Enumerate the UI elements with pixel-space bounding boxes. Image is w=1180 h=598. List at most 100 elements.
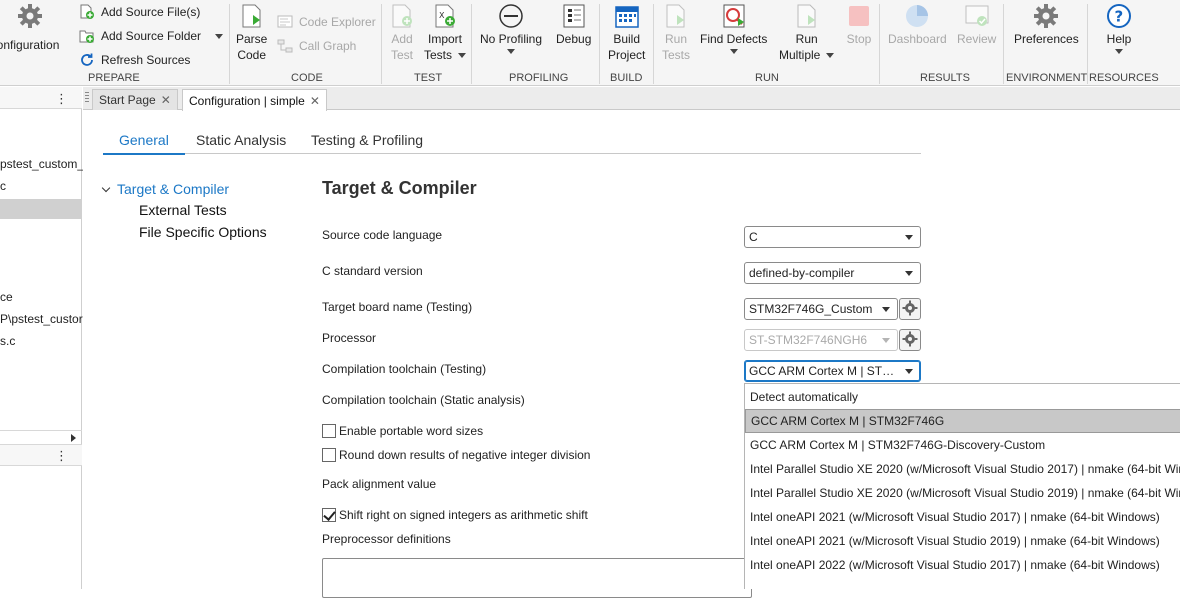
checkbox-box[interactable] bbox=[322, 424, 336, 438]
tab-static-analysis[interactable]: Static Analysis bbox=[196, 132, 286, 154]
target-board-settings-button[interactable] bbox=[899, 298, 921, 320]
preprocessor-definitions-field[interactable] bbox=[322, 558, 752, 598]
checkbox-box[interactable] bbox=[322, 508, 336, 522]
group-separator bbox=[471, 4, 472, 84]
list-item-option[interactable]: Intel Parallel Studio XE 2020 (w/Microso… bbox=[745, 457, 1180, 481]
group-label-run: RUN bbox=[755, 72, 779, 84]
parse-code-button[interactable]: Parse Code bbox=[236, 2, 267, 63]
list-item-option-selected[interactable]: GCC ARM Cortex M | STM32F746G bbox=[745, 409, 1180, 433]
checkbox-label: Enable portable word sizes bbox=[339, 424, 484, 438]
add-source-folder-button[interactable]: Add Source Folder bbox=[78, 27, 224, 45]
tab-configuration-simple[interactable]: Configuration | simple ✕ bbox=[182, 89, 327, 111]
list-item-option[interactable]: GCC ARM Cortex M | STM32F746G-Discovery-… bbox=[745, 433, 1180, 457]
tree-item[interactable]: c bbox=[0, 179, 6, 193]
review-icon bbox=[963, 2, 991, 30]
source-language-dropdown[interactable]: C bbox=[744, 226, 921, 248]
target-board-dropdown[interactable]: STM32F746G_Custom bbox=[744, 298, 898, 320]
no-profiling-label: No Profiling bbox=[480, 32, 543, 46]
list-item-option[interactable]: Intel oneAPI 2021 (w/Microsoft Visual St… bbox=[745, 529, 1180, 553]
run-tests-button[interactable]: Run Tests bbox=[662, 2, 690, 63]
list-item-option[interactable]: Intel oneAPI 2022 (w/Microsoft Visual St… bbox=[745, 553, 1180, 577]
run-multiple-button[interactable]: Run Multiple bbox=[779, 2, 835, 63]
chevron-down-icon bbox=[1115, 49, 1123, 54]
close-icon[interactable]: ✕ bbox=[161, 93, 171, 107]
chevron-down-icon[interactable] bbox=[101, 183, 111, 193]
find-defects-button[interactable]: Find Defects bbox=[700, 2, 767, 54]
shift-right-checkbox[interactable]: Shift right on signed integers as arithm… bbox=[322, 508, 588, 522]
build-project-button[interactable]: Build Project bbox=[608, 2, 645, 63]
round-down-checkbox[interactable]: Round down results of negative integer d… bbox=[322, 448, 590, 462]
debug-label: Debug bbox=[556, 32, 592, 46]
run-multiple-label-2: Multiple bbox=[779, 48, 821, 62]
add-test-label-2: Test bbox=[390, 48, 413, 62]
code-explorer-button[interactable]: Code Explorer bbox=[276, 13, 376, 31]
nav-file-specific-options[interactable]: File Specific Options bbox=[139, 224, 267, 240]
tab-testing-profiling[interactable]: Testing & Profiling bbox=[311, 132, 423, 154]
dropdown-value: defined-by-compiler bbox=[749, 266, 855, 280]
scroll-right-arrow-icon[interactable] bbox=[71, 434, 76, 442]
portable-word-sizes-checkbox[interactable]: Enable portable word sizes bbox=[322, 424, 483, 438]
list-item-option[interactable]: Intel oneAPI 2021 (w/Microsoft Visual St… bbox=[745, 505, 1180, 529]
nav-external-tests[interactable]: External Tests bbox=[139, 202, 227, 218]
section-heading: Target & Compiler bbox=[322, 178, 477, 198]
toolchain-testing-dropdown[interactable]: GCC ARM Cortex M | STM32F746G bbox=[744, 360, 921, 382]
more-options-icon[interactable]: ⋮ bbox=[55, 91, 68, 107]
group-label-test: TEST bbox=[414, 72, 443, 84]
group-separator bbox=[1003, 4, 1004, 84]
review-label: Review bbox=[957, 32, 997, 46]
preferences-button[interactable]: Preferences bbox=[1014, 2, 1079, 47]
gear-icon bbox=[16, 2, 44, 30]
import-tests-button[interactable]: X Import Tests bbox=[424, 2, 467, 63]
tree-item[interactable]: P\pstest_custor bbox=[0, 312, 83, 326]
review-button[interactable]: Review bbox=[957, 2, 996, 47]
call-graph-button[interactable]: Call Graph bbox=[276, 37, 356, 55]
checkbox-box[interactable] bbox=[322, 448, 336, 462]
build-project-label-1: Build bbox=[613, 32, 641, 46]
pack-alignment-label: Pack alignment value bbox=[322, 477, 437, 491]
source-language-label: Source code language bbox=[322, 228, 443, 242]
tab-label: Configuration | simple bbox=[189, 93, 305, 108]
dashboard-button[interactable]: Dashboard bbox=[888, 2, 947, 47]
preferences-label: Preferences bbox=[1014, 32, 1079, 46]
refresh-sources-button[interactable]: Refresh Sources bbox=[78, 51, 190, 69]
group-label-prepare: PREPARE bbox=[88, 72, 140, 84]
c-standard-dropdown[interactable]: defined-by-compiler bbox=[744, 262, 921, 284]
target-board-label: Target board name (Testing) bbox=[322, 300, 473, 314]
group-separator bbox=[381, 4, 382, 84]
processor-settings-button[interactable] bbox=[899, 329, 921, 351]
add-file-icon bbox=[78, 3, 96, 21]
group-separator bbox=[653, 4, 654, 84]
group-label-resources: RESOURCES bbox=[1089, 72, 1159, 84]
refresh-icon bbox=[78, 51, 96, 69]
configuration-button[interactable]: Configuration bbox=[0, 2, 59, 53]
tab-general[interactable]: General bbox=[103, 132, 185, 155]
tree-item[interactable]: pstest_custom_t bbox=[0, 157, 87, 171]
debug-button[interactable]: Debug bbox=[556, 2, 591, 47]
list-item-option[interactable]: Intel Parallel Studio XE 2020 (w/Microso… bbox=[745, 481, 1180, 505]
more-options-icon[interactable]: ⋮ bbox=[55, 448, 68, 464]
import-tests-label-1: Import bbox=[428, 32, 463, 46]
close-icon[interactable]: ✕ bbox=[310, 94, 320, 108]
nav-target-compiler[interactable]: Target & Compiler bbox=[117, 181, 229, 197]
no-profiling-button[interactable]: No Profiling bbox=[480, 2, 542, 54]
preferences-gear-icon bbox=[1032, 2, 1060, 30]
tab-start-page[interactable]: Start Page ✕ bbox=[92, 89, 178, 110]
add-source-folder-label: Add Source Folder bbox=[101, 29, 202, 43]
drag-grip-icon[interactable] bbox=[85, 92, 89, 104]
list-item-option[interactable]: Detect automatically bbox=[745, 385, 1180, 409]
add-source-files-button[interactable]: Add Source File(s) bbox=[78, 3, 200, 21]
processor-dropdown[interactable]: ST-STM32F746NGH6 bbox=[744, 329, 898, 351]
tree-item[interactable]: ce bbox=[0, 290, 13, 304]
help-button[interactable]: ? Help bbox=[1105, 2, 1133, 54]
add-test-button[interactable]: Add Test bbox=[388, 2, 416, 63]
chevron-down-icon bbox=[458, 53, 467, 59]
stop-button[interactable]: Stop bbox=[845, 2, 873, 47]
horizontal-scrollbar[interactable] bbox=[0, 430, 82, 444]
find-defects-icon bbox=[720, 2, 748, 30]
processor-label: Processor bbox=[322, 331, 377, 345]
tree-item[interactable]: s.c bbox=[0, 334, 15, 348]
add-test-label-1: Add bbox=[391, 32, 413, 46]
chevron-down-icon bbox=[905, 270, 913, 276]
dropdown-value: STM32F746G_Custom bbox=[749, 302, 873, 316]
dropdown-value: ST-STM32F746NGH6 bbox=[749, 333, 868, 347]
